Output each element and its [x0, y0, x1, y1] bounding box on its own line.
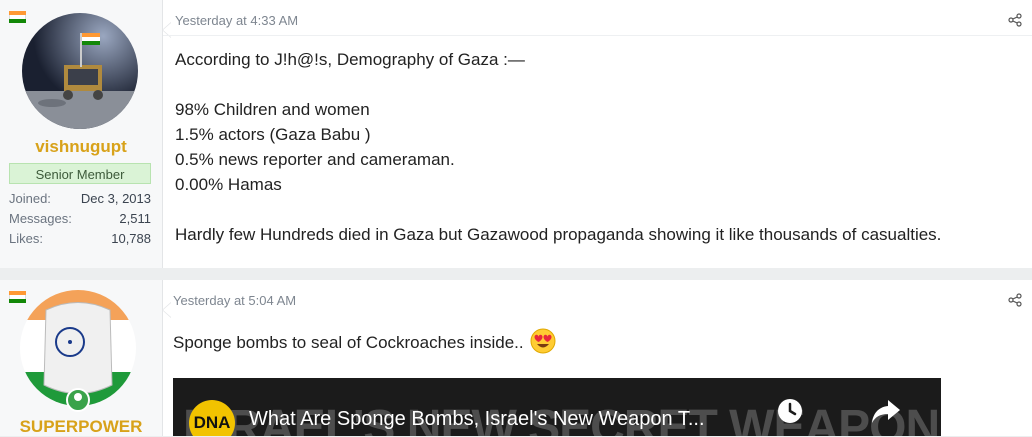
video-embed[interactable]: ISRAEL'S NEW SECRET WEAPON DNA What Are …: [173, 378, 941, 436]
likes-label: Likes:: [9, 231, 43, 246]
post-line: 98% Children and women: [175, 100, 370, 119]
post-line: 0.00% Hamas: [175, 175, 282, 194]
share-icon[interactable]: [1008, 293, 1022, 307]
post-body: Sponge bombs to seal of Cockroaches insi…: [173, 328, 556, 355]
joined-stat: Joined: Dec 3, 2013: [9, 191, 151, 206]
channel-logo-text: DNA: [193, 413, 231, 432]
online-indicator-icon: [66, 388, 90, 412]
joined-value: Dec 3, 2013: [80, 191, 151, 206]
video-title[interactable]: What Are Sponge Bombs, Israel's New Weap…: [249, 408, 705, 431]
watch-later-clock-icon[interactable]: [775, 396, 805, 426]
header-divider: [163, 35, 1032, 36]
post-timestamp[interactable]: Yesterday at 4:33 AM: [175, 13, 298, 28]
messages-stat: Messages: 2,511: [9, 211, 151, 226]
post: vishnugupt Senior Member Joined: Dec 3, …: [0, 0, 1032, 268]
india-flag-icon: [9, 291, 26, 303]
user-pane: vishnugupt Senior Member Joined: Dec 3, …: [0, 0, 163, 268]
post-line: 1.5% actors (Gaza Babu ): [175, 125, 371, 144]
share-arrow-icon[interactable]: [870, 396, 902, 426]
username[interactable]: SUPERPOWER: [0, 417, 162, 437]
username[interactable]: vishnugupt: [0, 137, 162, 157]
heart-eyes-emoji-icon: [530, 328, 556, 354]
share-icon[interactable]: [1008, 13, 1022, 27]
user-pane: SUPERPOWER: [0, 280, 163, 436]
india-flag-icon: [9, 11, 26, 23]
post-line: 0.5% news reporter and cameraman.: [175, 150, 455, 169]
post-text: Sponge bombs to seal of Cockroaches insi…: [173, 333, 524, 352]
moon-rover-avatar-icon: [22, 13, 138, 129]
likes-value: 10,788: [111, 231, 151, 246]
post-timestamp[interactable]: Yesterday at 5:04 AM: [173, 293, 296, 308]
user-avatar[interactable]: [22, 13, 138, 129]
post-body: According to J!h@!s, Demography of Gaza …: [175, 47, 941, 247]
likes-stat: Likes: 10,788: [9, 231, 151, 246]
pane-arrow-inner: [163, 303, 171, 317]
messages-value: 2,511: [119, 211, 151, 226]
post-line: According to J!h@!s, Demography of Gaza …: [175, 50, 525, 69]
user-title-badge: Senior Member: [9, 163, 151, 184]
joined-label: Joined:: [9, 191, 51, 206]
messages-label: Messages:: [9, 211, 72, 226]
post-line: Hardly few Hundreds died in Gaza but Gaz…: [175, 225, 942, 244]
